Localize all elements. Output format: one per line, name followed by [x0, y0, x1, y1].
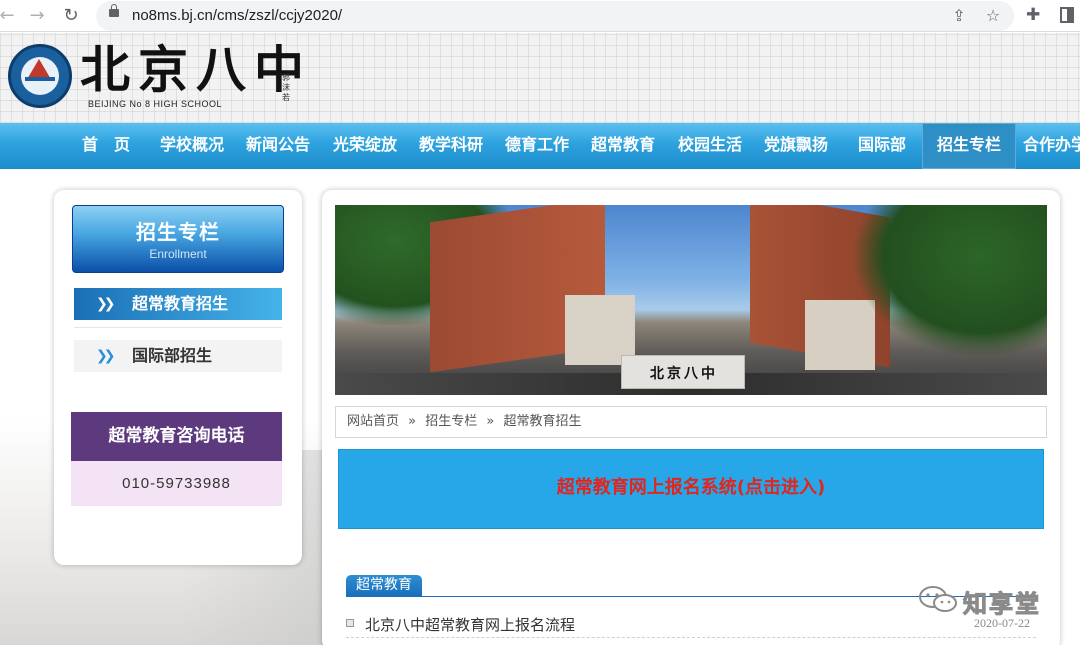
breadcrumb-separator: » — [486, 414, 495, 429]
back-arrow-icon[interactable]: ← — [0, 3, 20, 29]
list-item[interactable]: 北京八中超常教育网上报名流程 2020-07-22 — [346, 612, 1036, 638]
reload-icon[interactable]: ↻ — [58, 3, 84, 29]
share-icon[interactable]: ⇪ — [948, 5, 970, 27]
section-title: 超常教育 — [346, 575, 422, 596]
wechat-icon — [919, 586, 957, 612]
breadcrumb-current[interactable]: 超常教育招生 — [504, 414, 582, 429]
banner-gate: 北京八中 — [621, 355, 745, 389]
sidebar-item-label: 国际部招生 — [132, 346, 213, 365]
online-registration-button[interactable]: 超常教育网上报名系统(点击进入) — [338, 449, 1044, 529]
nav-news[interactable]: 新闻公告 — [246, 123, 310, 169]
main-content: 北京八中 网站首页 » 招生专栏 » 超常教育招生 超常教育网上报名系统(点击进… — [322, 190, 1060, 645]
main-nav: 首 页 学校概况 新闻公告 光荣绽放 教学科研 德育工作 超常教育 校园生活 党… — [0, 123, 1080, 169]
watermark-text: 知享堂 — [963, 590, 1041, 619]
contact-title: 超常教育咨询电话 — [71, 412, 282, 461]
nav-honors[interactable]: 光荣绽放 — [333, 123, 397, 169]
contact-phone: 010-59733988 — [71, 461, 282, 506]
sidebar-item-label: 超常教育招生 — [132, 294, 229, 313]
nav-moral-education[interactable]: 德育工作 — [505, 123, 569, 169]
school-name-logo[interactable]: 北京八中 — [80, 39, 312, 101]
seal-bar — [25, 77, 55, 81]
nav-school-overview[interactable]: 学校概况 — [160, 123, 224, 169]
sidebar-item-gifted-enrollment[interactable]: ❯❯ 超常教育招生 — [74, 288, 282, 320]
double-chevron-icon: ❯❯ — [96, 296, 116, 312]
browser-toolbar: ← → ↻ no8ms.bj.cn/cms/zszl/ccjy2020/ ⇪ ☆… — [0, 0, 1080, 32]
bullet-icon — [346, 619, 354, 627]
url-text[interactable]: no8ms.bj.cn/cms/zszl/ccjy2020/ — [132, 7, 342, 24]
nav-teaching-research[interactable]: 教学科研 — [419, 123, 483, 169]
banner-gate-text: 北京八中 — [650, 366, 718, 382]
lock-icon — [109, 4, 119, 17]
breadcrumb: 网站首页 » 招生专栏 » 超常教育招生 — [335, 406, 1047, 438]
breadcrumb-separator: » — [408, 414, 417, 429]
banner-trees-right — [855, 205, 1047, 355]
bookmark-star-icon[interactable]: ☆ — [982, 5, 1004, 27]
enrollment-title-box: 招生专栏 Enrollment — [72, 205, 284, 273]
extensions-puzzle-icon[interactable]: ✚ — [1026, 5, 1040, 25]
double-chevron-icon: ❯❯ — [96, 348, 116, 364]
enrollment-title-en: Enrollment — [149, 247, 207, 261]
enrollment-title: 招生专栏 — [136, 220, 220, 244]
campus-banner-image: 北京八中 — [335, 205, 1047, 395]
nav-international[interactable]: 国际部 — [858, 123, 906, 169]
side-panel-icon[interactable] — [1060, 7, 1074, 23]
school-name-english: BEIJING No 8 HIGH SCHOOL — [88, 99, 223, 109]
address-bar[interactable]: no8ms.bj.cn/cms/zszl/ccjy2020/ ⇪ ☆ — [96, 1, 1014, 31]
site-header: 北京八中 BEIJING No 8 HIGH SCHOOL 郭沫若 — [0, 33, 1080, 123]
school-seal-logo[interactable] — [8, 44, 72, 108]
nav-campus-life[interactable]: 校园生活 — [678, 123, 742, 169]
calligraphy-signature: 郭沫若 — [282, 73, 290, 102]
nav-cooperation[interactable]: 合作办学 — [1023, 123, 1080, 169]
news-title[interactable]: 北京八中超常教育网上报名流程 — [365, 614, 575, 635]
sidebar: 招生专栏 Enrollment ❯❯ 超常教育招生 ❯❯ 国际部招生 超常教育咨… — [54, 190, 302, 565]
forward-arrow-icon[interactable]: → — [24, 3, 50, 29]
nav-gifted-education[interactable]: 超常教育 — [591, 123, 655, 169]
breadcrumb-enrollment[interactable]: 招生专栏 — [425, 414, 477, 429]
menu-divider — [74, 327, 282, 328]
nav-party[interactable]: 党旗飘扬 — [764, 123, 828, 169]
sidebar-item-international-enrollment[interactable]: ❯❯ 国际部招生 — [74, 340, 282, 372]
breadcrumb-home[interactable]: 网站首页 — [347, 414, 399, 429]
nav-enrollment[interactable]: 招生专栏 — [922, 123, 1017, 169]
nav-home[interactable]: 首 页 — [82, 123, 130, 169]
